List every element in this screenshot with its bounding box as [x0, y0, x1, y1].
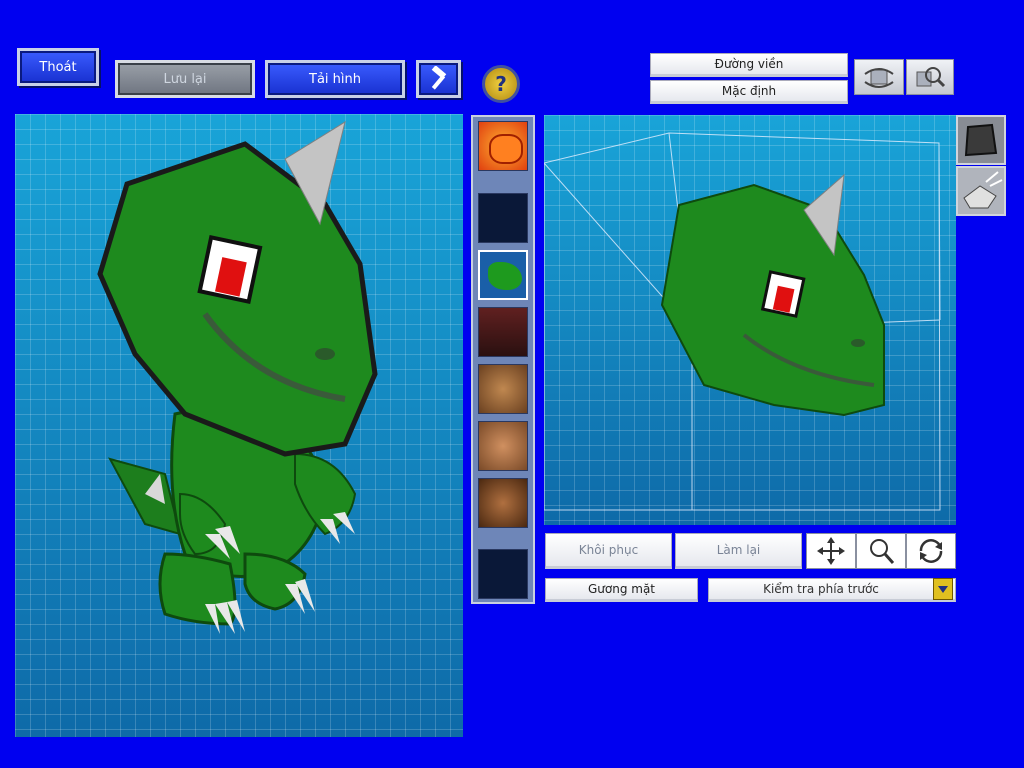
view-mode-select[interactable]: Kiểm tra phía trước — [708, 578, 956, 602]
thumbnail-armor-body[interactable] — [478, 307, 528, 357]
rotate-arrows-icon — [919, 539, 943, 563]
rotate-view-button[interactable] — [854, 59, 904, 95]
outline-button-label: Đường viền — [714, 57, 784, 71]
thumbnail-fire-mask[interactable] — [478, 121, 528, 171]
part-preview-viewport[interactable] — [543, 115, 956, 525]
question-icon: ? — [495, 72, 507, 96]
thumbnail-empty-slot[interactable] — [478, 193, 528, 243]
move-arrows-icon — [817, 537, 845, 565]
restore-button[interactable]: Khôi phục — [545, 533, 672, 569]
default-button[interactable]: Mặc định — [650, 80, 848, 104]
texture-tool-button[interactable] — [956, 115, 1006, 165]
part-thumbnail-strip — [471, 115, 535, 604]
outline-button[interactable]: Đường viền — [650, 53, 848, 77]
reload-model-button[interactable]: Tải hình — [265, 60, 405, 98]
redo-button-label: Làm lại — [716, 543, 761, 557]
thumbnail-dragon-head[interactable] — [478, 250, 528, 300]
thumbnail-empty-slot-2[interactable] — [478, 549, 528, 599]
default-button-label: Mặc định — [721, 84, 777, 98]
rotate-cube-icon — [864, 68, 894, 88]
redo-button[interactable]: Làm lại — [675, 533, 802, 569]
head-part-model — [543, 132, 941, 511]
sparkle-mask-icon — [963, 171, 1003, 209]
rotate-tool-button[interactable] — [906, 533, 956, 569]
hammer-icon — [431, 66, 446, 90]
help-button[interactable]: ? — [482, 65, 520, 103]
zoom-tool-button[interactable] — [856, 533, 906, 569]
restore-button-label: Khôi phục — [578, 543, 639, 557]
dark-stone-icon — [964, 123, 998, 157]
face-button-label: Gương mặt — [587, 582, 656, 596]
effect-tool-button[interactable] — [956, 166, 1006, 216]
save-button[interactable]: Lưu lại — [115, 60, 255, 98]
magnifier-icon — [870, 539, 895, 564]
hammer-button[interactable] — [416, 60, 461, 98]
save-button-label: Lưu lại — [163, 71, 207, 87]
chevron-down-icon[interactable] — [933, 578, 953, 600]
magnify-cube-icon — [916, 67, 946, 88]
thumbnail-face-1[interactable] — [478, 364, 528, 414]
exit-button[interactable]: Thoát — [17, 48, 99, 86]
view-mode-select-value: Kiểm tra phía trước — [763, 582, 879, 596]
zoom-view-button[interactable] — [906, 59, 954, 95]
dinosaur-character-model — [97, 120, 378, 634]
main-character-viewport[interactable] — [15, 114, 463, 737]
face-button[interactable]: Gương mặt — [545, 578, 698, 602]
thumbnail-face-bearded[interactable] — [478, 478, 528, 528]
move-tool-button[interactable] — [806, 533, 856, 569]
reload-model-button-label: Tải hình — [309, 71, 361, 87]
thumbnail-face-2[interactable] — [478, 421, 528, 471]
exit-button-label: Thoát — [39, 59, 77, 75]
